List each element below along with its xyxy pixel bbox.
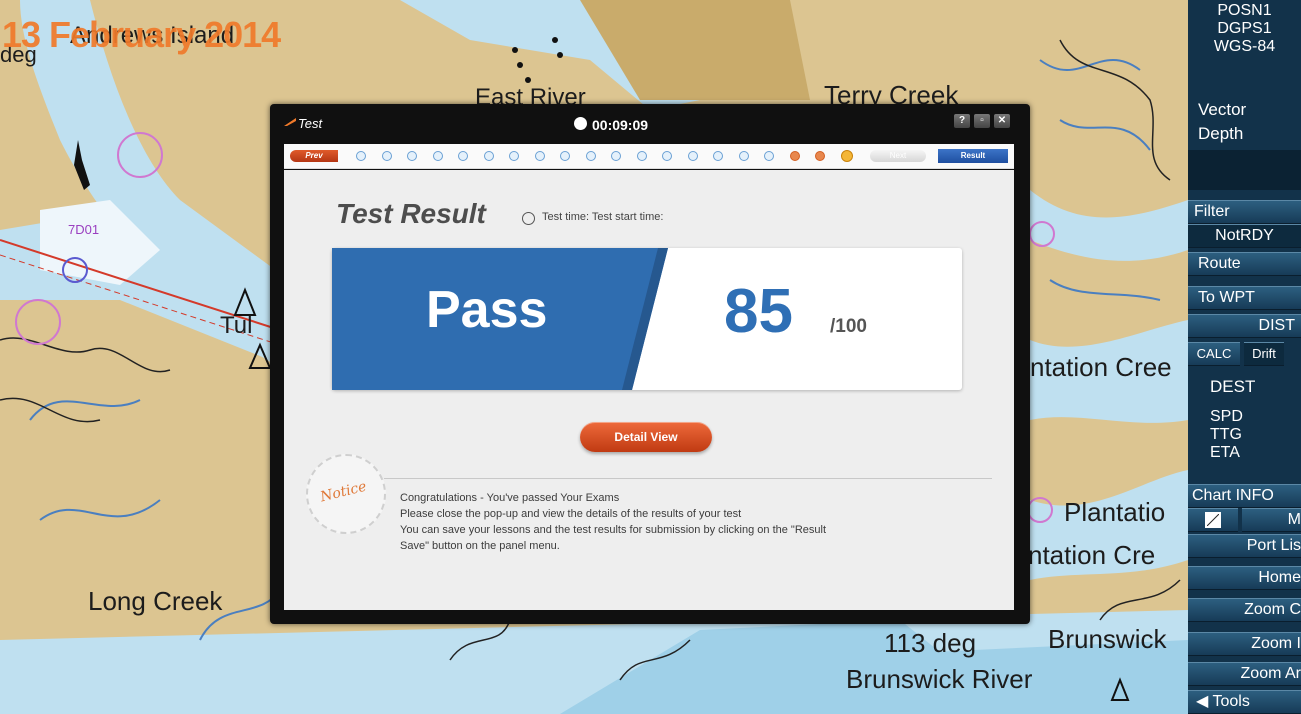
spd-label: SPD bbox=[1210, 408, 1243, 425]
question-dot[interactable] bbox=[815, 151, 825, 161]
map-label-tul: Tul bbox=[220, 312, 253, 339]
detail-view-button[interactable]: Detail View bbox=[580, 422, 712, 452]
question-dot[interactable] bbox=[611, 151, 621, 161]
question-dot[interactable] bbox=[687, 151, 698, 161]
question-dot[interactable] bbox=[381, 151, 392, 161]
clock-icon bbox=[574, 117, 587, 130]
notice-badge: Notice bbox=[306, 454, 386, 534]
result-content: Test Result Test time: Test start time: … bbox=[284, 170, 1014, 610]
calc-button[interactable]: CALC bbox=[1188, 342, 1240, 366]
checkbox-icon bbox=[1205, 512, 1221, 528]
question-dot[interactable] bbox=[764, 151, 774, 161]
map-label-brunswick-river: Brunswick River bbox=[846, 664, 1033, 694]
question-dot[interactable] bbox=[840, 150, 853, 162]
route-button[interactable]: Route bbox=[1188, 252, 1301, 276]
timer-value: 00:09:09 bbox=[592, 117, 649, 133]
question-dot[interactable] bbox=[662, 151, 672, 161]
question-dot[interactable] bbox=[458, 151, 468, 161]
home-button[interactable]: Home bbox=[1188, 566, 1301, 590]
question-dot[interactable] bbox=[509, 151, 519, 161]
notice-message-2: Please close the pop-up and view the det… bbox=[400, 508, 742, 520]
date-overlay: 13 February 2014 bbox=[2, 14, 281, 55]
map-label-heading: 113 deg bbox=[884, 628, 977, 658]
question-dot[interactable] bbox=[483, 151, 494, 161]
triangle-left-icon: ◀ bbox=[1196, 693, 1209, 710]
pencil-icon bbox=[284, 118, 296, 126]
dialog-titlebar[interactable]: Test 00:09:09 ? ▫ ✕ bbox=[270, 104, 1030, 140]
test-result-heading: Test Result bbox=[336, 198, 486, 229]
to-wpt-button[interactable]: To WPT bbox=[1188, 286, 1301, 310]
zoom-c-button[interactable]: Zoom C bbox=[1188, 598, 1301, 622]
datum: WGS-84 bbox=[1213, 38, 1276, 55]
pass-label: Pass bbox=[426, 281, 548, 339]
m-button[interactable]: M bbox=[1242, 508, 1301, 532]
question-dot[interactable] bbox=[432, 151, 443, 161]
result-button[interactable]: Result bbox=[938, 149, 1008, 163]
notice-label: Notice bbox=[318, 478, 369, 506]
gps-source: DGPS1 bbox=[1217, 20, 1272, 37]
question-dot[interactable] bbox=[713, 151, 723, 161]
map-label-long-creek: Long Creek bbox=[88, 586, 223, 616]
score-max: /100 bbox=[830, 316, 867, 337]
next-button[interactable]: Next bbox=[870, 150, 926, 162]
dist-label: DIST bbox=[1188, 314, 1301, 338]
map-label-plantation: Plantatio bbox=[1064, 497, 1166, 527]
chart-info-button[interactable]: Chart INFO bbox=[1188, 484, 1301, 508]
question-dot[interactable] bbox=[738, 151, 749, 161]
position-source: POSN1 bbox=[1217, 2, 1272, 19]
map-label-brunswick: Brunswick bbox=[1048, 624, 1167, 654]
prev-button[interactable]: Prev bbox=[290, 150, 338, 162]
depth-label: Depth bbox=[1198, 124, 1244, 143]
notice-message-1: Congratulations - You've passed Your Exa… bbox=[400, 492, 620, 504]
port-list-button[interactable]: Port Lis bbox=[1188, 534, 1301, 558]
question-dot[interactable] bbox=[534, 151, 545, 161]
question-dot[interactable] bbox=[407, 151, 417, 161]
elapsed-timer: 00:09:09 bbox=[574, 117, 649, 133]
map-label-code: 7D01 bbox=[68, 222, 100, 237]
help-button[interactable]: ? bbox=[954, 114, 970, 128]
zoom-i-button[interactable]: Zoom I bbox=[1188, 632, 1301, 656]
dialog-title: Test bbox=[298, 116, 323, 131]
test-time-label: Test time: Test start time: bbox=[542, 211, 664, 223]
dest-label: DEST bbox=[1210, 377, 1256, 396]
question-dot[interactable] bbox=[585, 151, 596, 161]
ttg-label: TTG bbox=[1210, 426, 1242, 443]
question-progress-bar: Prev Next Result bbox=[284, 144, 1014, 169]
zoom-a-button[interactable]: Zoom Ar bbox=[1188, 662, 1301, 686]
clock-icon bbox=[522, 212, 535, 225]
notice-message-3: You can save your lessons and the test r… bbox=[400, 524, 826, 536]
tools-button[interactable]: ◀ Tools bbox=[1188, 690, 1301, 714]
restore-button[interactable]: ▫ bbox=[974, 114, 990, 128]
vector-label: Vector bbox=[1198, 100, 1247, 119]
notice-message-4: Save" button on the panel menu. bbox=[400, 540, 560, 552]
question-dot[interactable] bbox=[356, 151, 366, 161]
question-dot[interactable] bbox=[560, 151, 570, 161]
tools-label: Tools bbox=[1212, 693, 1250, 710]
close-button[interactable]: ✕ bbox=[994, 114, 1010, 128]
score-card: Pass 85 /100 bbox=[332, 248, 962, 390]
drift-button[interactable]: Drift bbox=[1244, 342, 1284, 366]
question-dot[interactable] bbox=[636, 151, 647, 161]
score-value: 85 bbox=[724, 277, 793, 346]
ecdis-side-panel: POSN1 DGPS1 WGS-84 Vector Depth Filter N… bbox=[1188, 0, 1301, 714]
filter-button[interactable]: Filter bbox=[1188, 200, 1301, 224]
divider bbox=[384, 478, 992, 479]
map-label-plantation-creek: ntation Cree bbox=[1030, 352, 1172, 382]
question-dot[interactable] bbox=[789, 151, 800, 161]
notrdy-status: NotRDY bbox=[1188, 224, 1301, 248]
eta-label: ETA bbox=[1210, 444, 1240, 461]
chart-info-toggle[interactable] bbox=[1188, 508, 1238, 532]
map-label-plantation-creek-2: ntation Cre bbox=[1028, 540, 1156, 570]
test-result-dialog: Test 00:09:09 ? ▫ ✕ Prev Next Result Tes… bbox=[270, 104, 1030, 624]
